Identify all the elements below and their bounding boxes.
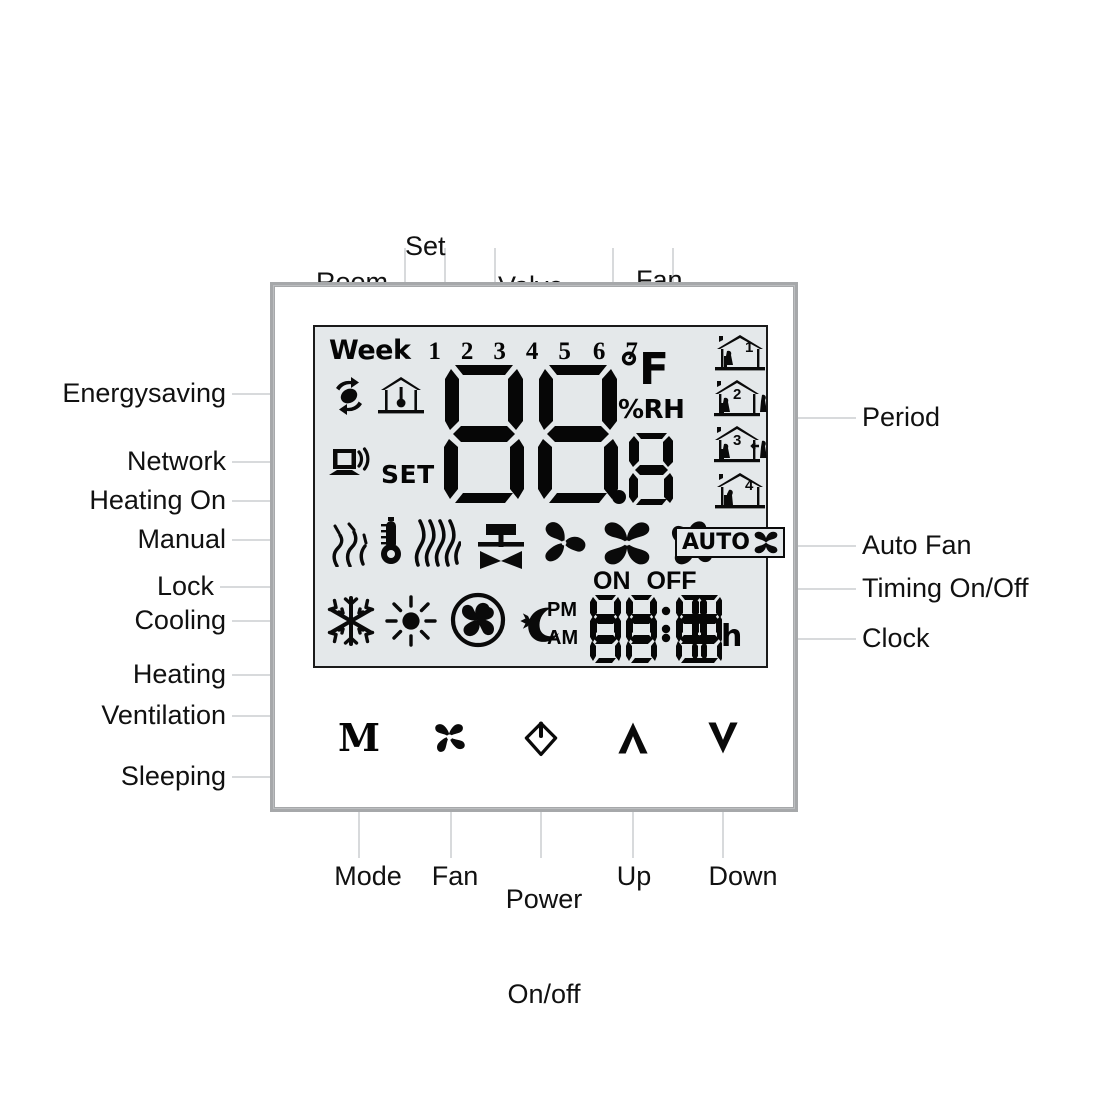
period-4-icon: 4 <box>713 470 769 514</box>
callout-timing-onoff: Timing On/Off <box>862 573 1029 603</box>
svg-text:1: 1 <box>745 339 753 356</box>
auto-fan-blades-icon <box>754 531 778 554</box>
callout-auto-fan: Auto Fan <box>862 530 972 560</box>
callout-heating: Heating <box>132 659 226 689</box>
callout-clock: Clock <box>862 623 930 653</box>
room-temperature-value <box>443 361 619 514</box>
set-label: SET <box>381 460 435 489</box>
clock-value <box>590 593 723 670</box>
lock-heatwave-icon <box>413 519 461 567</box>
humidity-unit: %RH <box>618 394 685 425</box>
ventilation-fan-icon <box>449 591 507 649</box>
unit-column: °F %RH <box>618 344 685 425</box>
callout-power-line1: Power <box>505 884 583 915</box>
chevron-up-icon <box>618 722 648 754</box>
am-label: AM <box>547 627 579 650</box>
fan-speed-mid-icon <box>599 519 655 569</box>
manual-thermometer-icon <box>375 517 407 567</box>
callout-lock: Lock <box>156 571 214 601</box>
temperature-unit: °F <box>618 344 669 395</box>
lcd-display: Week 1 2 3 4 5 6 7 SET °F %RH AUTO ON OF… <box>313 325 785 670</box>
callout-manual: Manual <box>137 524 226 554</box>
callout-up: Up <box>616 861 652 891</box>
snowflake-icon <box>325 595 377 647</box>
callout-power-line2: On/off <box>507 978 581 1009</box>
valve-icon <box>475 523 527 569</box>
down-button[interactable] <box>700 714 746 762</box>
mode-button[interactable]: M <box>338 715 380 761</box>
energysaving-icon <box>329 376 369 416</box>
week-day-1: 1 <box>428 338 441 365</box>
callout-heating-on: Heating On <box>89 485 226 515</box>
period-icons: 1 2 3 4 <box>713 332 769 514</box>
sun-icon <box>385 595 437 647</box>
callout-sleeping: Sleeping <box>120 761 226 791</box>
fan-button[interactable] <box>426 714 474 762</box>
callout-power: Power On/off <box>478 821 610 1074</box>
week-label: Week <box>329 335 411 366</box>
svg-text:2: 2 <box>733 386 741 403</box>
heating-on-icon <box>329 521 371 567</box>
svg-text:4: 4 <box>745 477 754 494</box>
callout-energysaving: Energysaving <box>62 378 226 408</box>
room-temp-house-icon <box>377 374 425 418</box>
power-icon <box>524 721 558 757</box>
callout-period: Period <box>862 402 941 432</box>
clock-hour-unit: h <box>721 619 743 654</box>
callout-down: Down <box>708 861 778 891</box>
timer-on-off-row: ON OFF <box>593 567 713 596</box>
chevron-down-icon <box>708 722 738 754</box>
up-button[interactable] <box>610 714 656 762</box>
auto-fan-icon: AUTO <box>675 527 785 558</box>
diagram-canvas: Room Temp. Set Temp. Valve On/off Fan Sp… <box>0 0 1100 1100</box>
callout-ventilation: Ventilation <box>101 700 226 730</box>
meridiem-column: PM AM <box>547 596 578 653</box>
callout-network: Network <box>126 446 226 476</box>
period-1-icon: 1 <box>713 332 769 376</box>
auto-label: AUTO <box>682 530 750 555</box>
network-icon <box>327 445 375 485</box>
period-3-icon: 3 <box>713 424 769 468</box>
callout-cooling: Cooling <box>134 605 226 635</box>
mode-button-glyph: M <box>337 715 381 760</box>
pm-label: PM <box>547 599 577 621</box>
room-temperature-decimal <box>611 429 674 510</box>
period-2-icon: 2 <box>713 378 769 422</box>
fan-icon <box>435 724 465 752</box>
fan-speed-low-icon <box>539 519 591 569</box>
timer-on-label: ON <box>593 567 631 595</box>
svg-text:3: 3 <box>733 432 741 449</box>
timer-off-label: OFF <box>646 567 697 595</box>
power-button[interactable] <box>518 714 564 762</box>
